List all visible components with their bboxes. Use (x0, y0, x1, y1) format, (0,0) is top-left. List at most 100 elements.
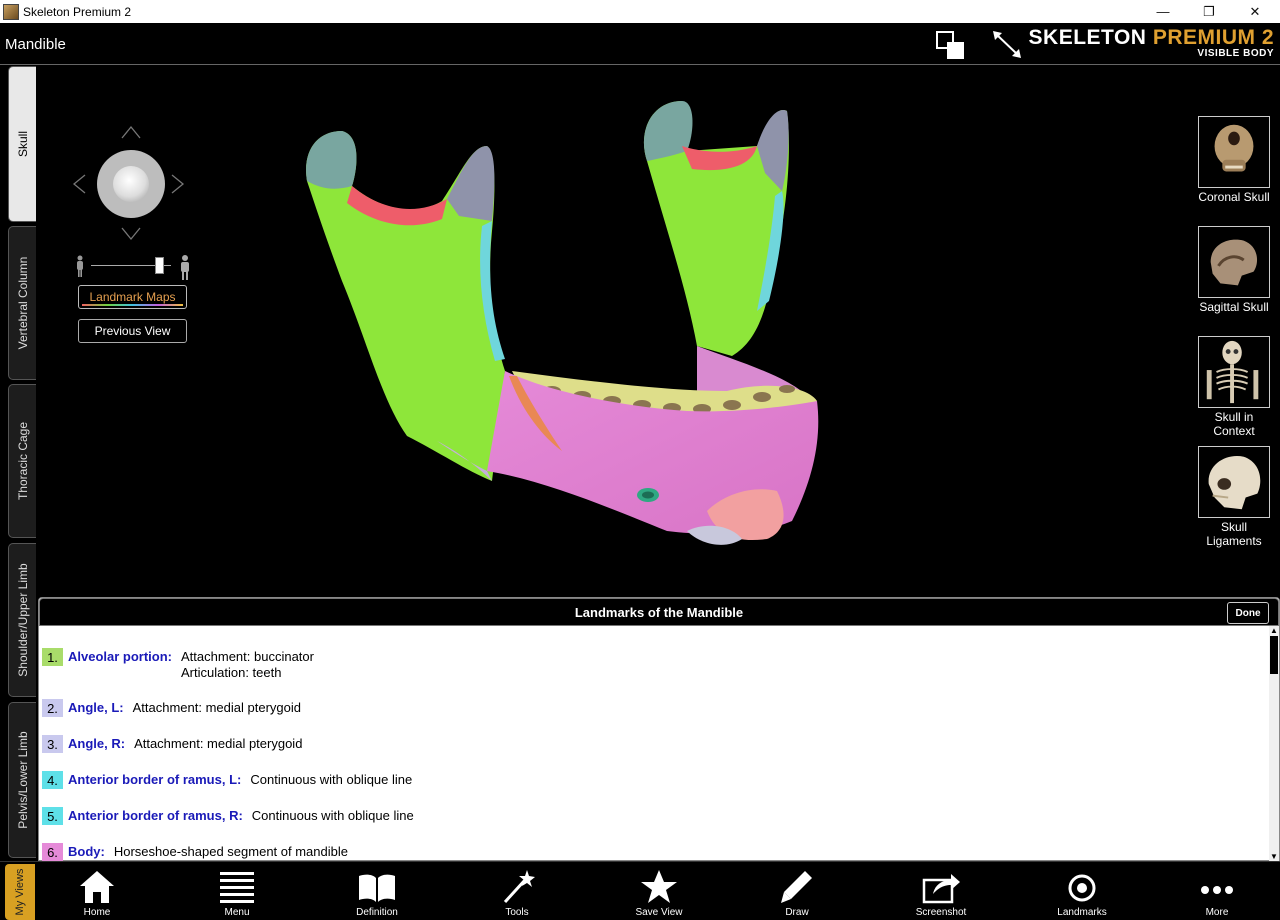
item-number: 6. (42, 843, 63, 861)
tab-vertebral-column[interactable]: Vertebral Column (8, 226, 36, 380)
screenshot-button[interactable]: Screenshot (896, 865, 986, 920)
my-views-tab[interactable]: My Views (5, 864, 35, 920)
definition-button[interactable]: Definition (332, 865, 422, 920)
tab-pelvis-lower-limb[interactable]: Pelvis/Lower Limb (8, 702, 36, 858)
rotate-down-icon[interactable] (120, 224, 142, 246)
app-icon (3, 3, 19, 20)
more-button[interactable]: More (1172, 865, 1262, 920)
menu-icon (220, 872, 254, 903)
list-item[interactable]: 1. Alveolar portion: Attachment: buccina… (42, 648, 314, 681)
view-skull-ligaments[interactable]: Skull Ligaments (1198, 446, 1270, 548)
item-description: Horseshoe-shaped segment of mandible (113, 844, 348, 859)
tab-label: Pelvis/Lower Limb (15, 731, 30, 829)
more-icon (1201, 886, 1233, 894)
tab-skull[interactable]: Skull (8, 66, 36, 222)
layers-button[interactable] (936, 31, 966, 61)
rotate-up-icon[interactable] (120, 122, 142, 144)
item-name[interactable]: Alveolar portion: (68, 648, 172, 666)
tab-thoracic-cage[interactable]: Thoracic Cage (8, 384, 36, 538)
rotation-knob[interactable] (97, 150, 165, 218)
app-header: Mandible SKELETON PREMIUM 2 VISIBLE BODY (0, 23, 1280, 65)
panel-header: Landmarks of the Mandible Done (39, 598, 1279, 626)
bottom-toolbar: My Views Home Menu Definition Tools Save… (0, 861, 1280, 920)
list-item[interactable]: 6. Body: Horseshoe-shaped segment of man… (42, 843, 348, 861)
brand-main-a: SKELETON (1028, 26, 1153, 49)
item-name[interactable]: Body: (68, 843, 105, 861)
rotate-left-icon[interactable] (71, 173, 87, 199)
view-label: Skull in Context (1213, 410, 1255, 438)
done-button[interactable]: Done (1227, 602, 1269, 624)
home-icon (80, 871, 114, 903)
wand-icon (503, 870, 535, 904)
tools-button[interactable]: Tools (472, 865, 562, 920)
model-viewport[interactable]: Landmark Maps Previous View Coronal Skul… (37, 66, 1280, 596)
close-button[interactable]: ✕ (1232, 0, 1278, 23)
minimize-button[interactable]: — (1140, 0, 1186, 23)
scroll-thumb[interactable] (1270, 636, 1278, 674)
item-description: Attachment: buccinator Articulation: tee… (181, 648, 314, 681)
tool-label: Screenshot (915, 907, 967, 918)
tool-label: Save View (635, 907, 683, 918)
view-coronal-skull[interactable]: Coronal Skull (1198, 116, 1270, 204)
save-view-button[interactable]: Save View (614, 865, 704, 920)
mandible-model[interactable] (287, 91, 847, 571)
item-name[interactable]: Anterior border of ramus, L: (68, 771, 241, 789)
view-sagittal-skull[interactable]: Sagittal Skull (1198, 226, 1270, 314)
tool-label: Home (83, 907, 111, 918)
item-description: Continuous with oblique line (251, 808, 414, 823)
list-scrollbar[interactable]: ▲ ▼ (1269, 626, 1279, 862)
fullscreen-button[interactable] (990, 29, 1024, 61)
share-icon (922, 874, 960, 904)
view-skull-in-context[interactable]: Skull in Context (1198, 336, 1270, 438)
tool-label: Tools (505, 907, 529, 918)
item-description: Attachment: medial pterygoid (132, 700, 301, 715)
item-number: 2. (42, 699, 63, 717)
item-name[interactable]: Anterior border of ramus, R: (68, 807, 243, 825)
previous-view-button[interactable]: Previous View (78, 319, 187, 343)
zoom-slider[interactable] (74, 254, 194, 280)
rotation-pad[interactable] (70, 124, 194, 244)
panel-title: Landmarks of the Mandible (574, 605, 744, 620)
sagittal-skull-thumbnail (1198, 226, 1270, 298)
expand-icon (993, 31, 1021, 58)
brand-main-b: PREMIUM 2 (1152, 26, 1274, 49)
scroll-up-icon[interactable]: ▲ (1269, 626, 1279, 636)
brand-logo: SKELETON PREMIUM 2 VISIBLE BODY (1029, 26, 1274, 59)
tool-label: Definition (356, 907, 398, 918)
skull-ligaments-thumbnail (1198, 446, 1270, 518)
list-item[interactable]: 2. Angle, L: Attachment: medial pterygoi… (42, 699, 301, 717)
star-icon (641, 870, 677, 903)
list-item[interactable]: 5. Anterior border of ramus, R: Continuo… (42, 807, 414, 825)
item-number: 1. (42, 648, 63, 666)
zoom-thumb[interactable] (155, 257, 164, 274)
maximize-button[interactable]: ❐ (1186, 0, 1232, 23)
title-bar: Skeleton Premium 2 — ❐ ✕ (0, 0, 1280, 23)
book-icon (359, 874, 395, 902)
tool-label: Menu (224, 907, 250, 918)
pencil-icon (781, 871, 812, 903)
landmark-maps-label: Landmark Maps (89, 290, 176, 304)
category-tabs: Skull Vertebral Column Thoracic Cage Sho… (0, 66, 37, 860)
landmark-list: 1. Alveolar portion: Attachment: buccina… (39, 626, 1269, 862)
item-line: Articulation: teeth (181, 665, 282, 680)
view-label: Skull Ligaments (1206, 520, 1262, 548)
item-number: 4. (42, 771, 63, 789)
rotate-right-icon[interactable] (170, 173, 186, 199)
draw-button[interactable]: Draw (752, 865, 842, 920)
item-number: 3. (42, 735, 63, 753)
tab-label: Skull (15, 130, 30, 158)
tab-shoulder-upper-limb[interactable]: Shoulder/Upper Limb (8, 543, 36, 697)
list-item[interactable]: 3. Angle, R: Attachment: medial pterygoi… (42, 735, 302, 753)
item-description: Continuous with oblique line (250, 772, 413, 787)
landmark-maps-button[interactable]: Landmark Maps (78, 285, 187, 309)
item-name[interactable]: Angle, L: (68, 699, 124, 717)
tab-label: Vertebral Column (15, 256, 30, 350)
landmarks-button[interactable]: Landmarks (1037, 865, 1127, 920)
list-item[interactable]: 4. Anterior border of ramus, L: Continuo… (42, 771, 412, 789)
skull-in-context-thumbnail (1198, 336, 1270, 408)
landmark-maps-stripe (82, 304, 183, 306)
item-name[interactable]: Angle, R: (68, 735, 125, 753)
menu-button[interactable]: Menu (192, 865, 282, 920)
home-button[interactable]: Home (52, 865, 142, 920)
tool-label: Draw (785, 907, 809, 918)
